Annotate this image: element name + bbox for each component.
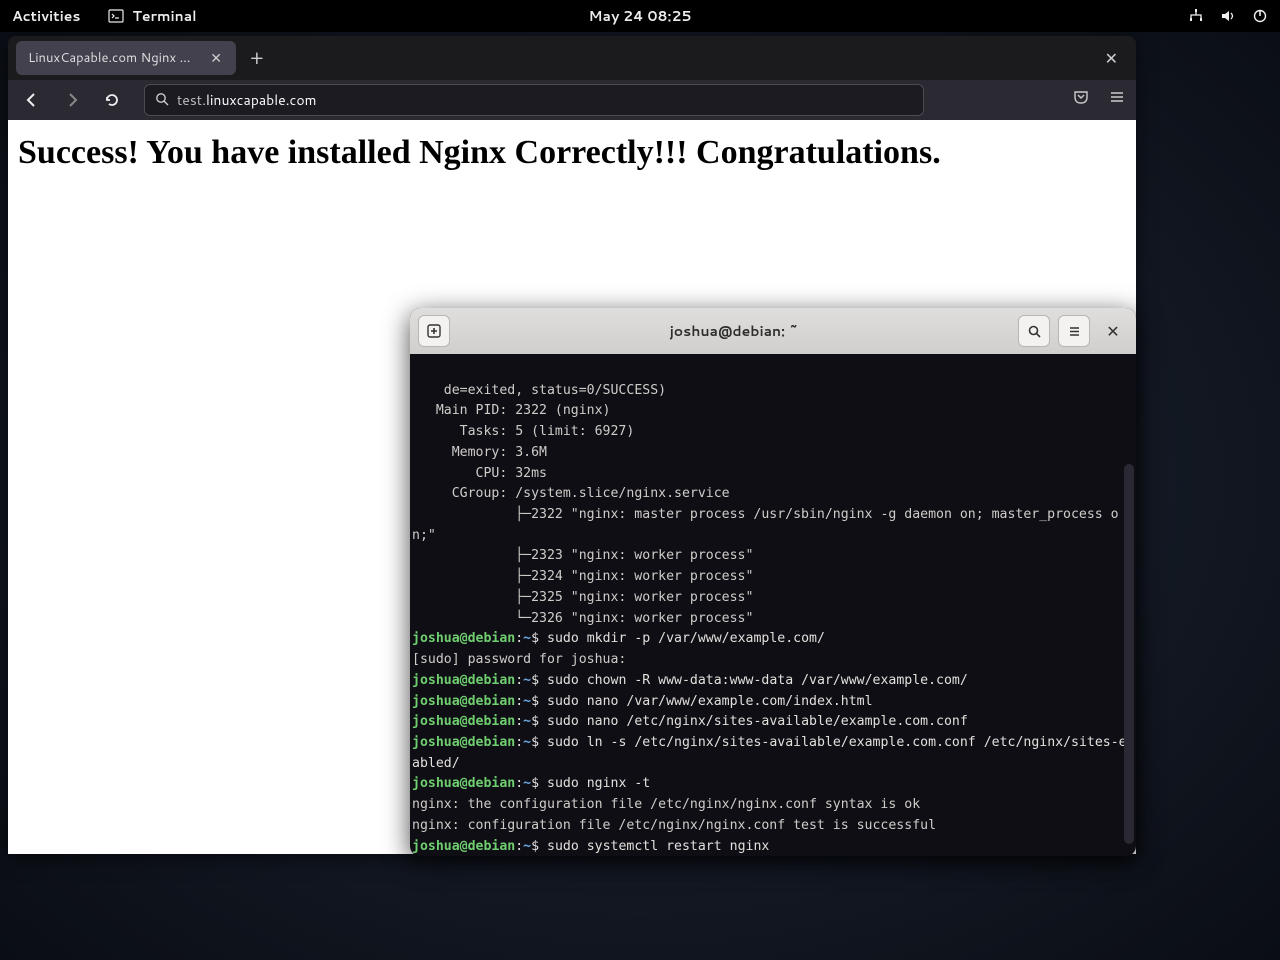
pocket-icon[interactable] [1072,88,1090,112]
terminal-body[interactable]: de=exited, status=0/SUCCESS) Main PID: 2… [410,354,1136,856]
terminal-search-button[interactable] [1018,315,1050,347]
gnome-topbar: Activities Terminal May 24 08:25 [0,0,1280,32]
browser-tab[interactable]: LinuxCapable.com Nginx Tes ✕ [16,41,236,75]
tab-bar: LinuxCapable.com Nginx Tes ✕ + ✕ [8,36,1136,80]
active-app-indicator[interactable]: Terminal [108,6,196,26]
terminal-menu-button[interactable] [1058,315,1090,347]
activities-button[interactable]: Activities [12,6,80,26]
reload-button[interactable] [98,86,126,114]
terminal-window: joshua@debian: ~ ✕ de=exited, status=0/S… [410,308,1136,856]
new-tab-button[interactable]: + [242,44,272,72]
back-button[interactable] [18,86,46,114]
search-icon [155,89,169,112]
active-app-label: Terminal [132,6,196,26]
terminal-icon [108,8,124,24]
tab-label: LinuxCapable.com Nginx Tes [28,49,196,67]
terminal-close-button[interactable]: ✕ [1098,320,1128,343]
clock[interactable]: May 24 08:25 [589,6,692,26]
new-tab-terminal-button[interactable] [418,315,450,347]
forward-button [58,86,86,114]
address-bar[interactable]: test.linuxcapable.com [144,84,924,116]
browser-close-button[interactable]: ✕ [1095,47,1128,70]
browser-toolbar: test.linuxcapable.com [8,80,1136,120]
tab-close-button[interactable]: ✕ [206,46,226,70]
hamburger-menu-icon[interactable] [1108,88,1126,112]
network-icon[interactable] [1188,8,1204,24]
terminal-scrollbar[interactable] [1124,464,1134,844]
volume-icon[interactable] [1220,8,1236,24]
terminal-title: joshua@debian: ~ [458,321,1010,341]
terminal-titlebar: joshua@debian: ~ ✕ [410,308,1136,354]
url-text: test.linuxcapable.com [177,90,317,110]
power-icon[interactable] [1252,8,1268,24]
page-heading: Success! You have installed Nginx Correc… [18,134,1126,172]
